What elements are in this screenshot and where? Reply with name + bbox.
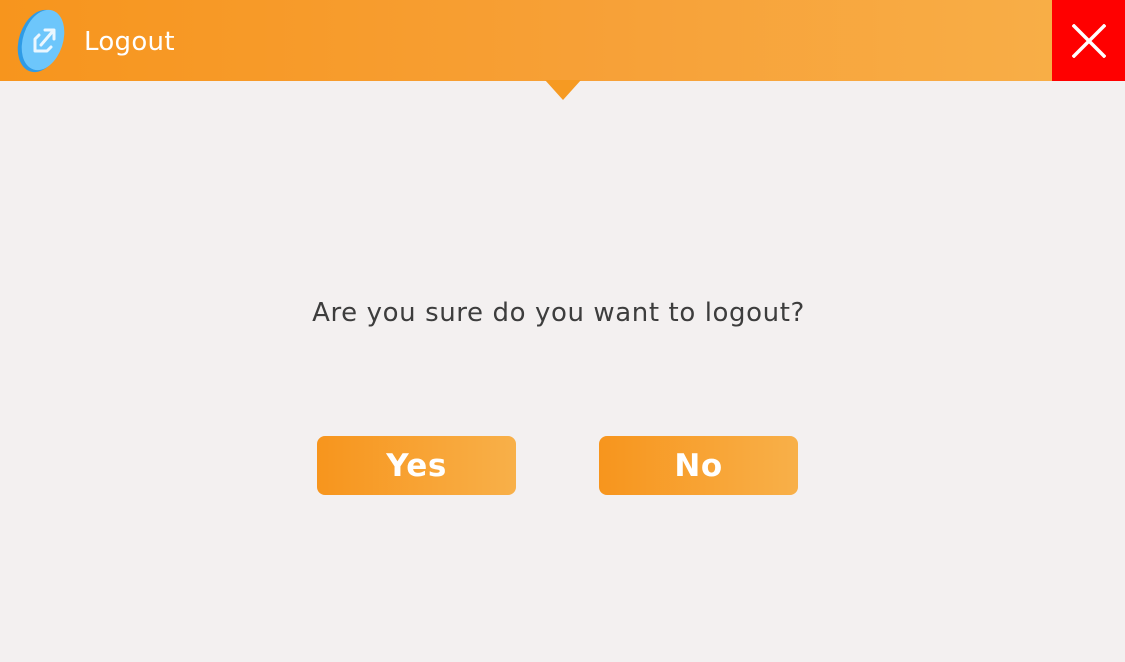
dialog-title: Logout [84,27,175,57]
logout-dialog: Logout Are you sure do you want to logou… [0,0,1125,662]
logout-confirmation-message: Are you sure do you want to logout? [312,298,805,328]
header-pointer [545,80,581,100]
logout-arrow-icon [17,9,65,73]
yes-button[interactable]: Yes [317,436,516,495]
close-icon [1071,23,1106,58]
no-button[interactable]: No [599,436,798,495]
close-button[interactable] [1052,0,1125,81]
dialog-header: Logout [0,0,1125,81]
